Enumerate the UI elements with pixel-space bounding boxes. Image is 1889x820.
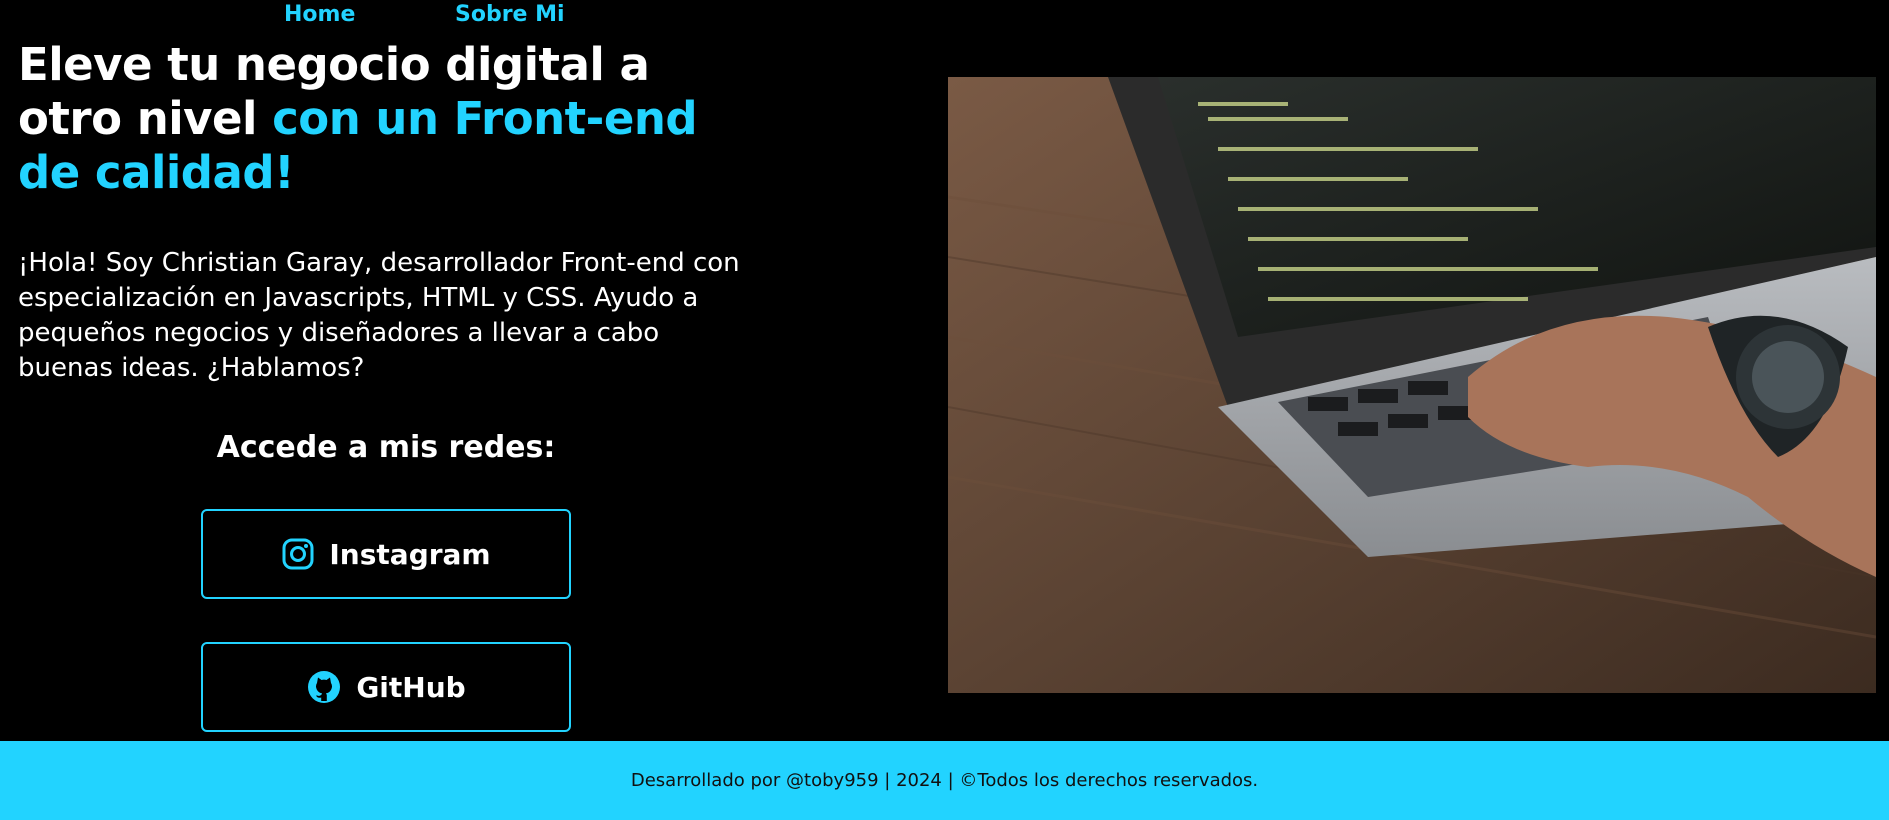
- github-button[interactable]: GitHub: [201, 642, 571, 732]
- instagram-button[interactable]: Instagram: [201, 509, 571, 599]
- github-button-label: GitHub: [356, 670, 466, 704]
- intro-text: ¡Hola! Soy Christian Garay, desarrollado…: [18, 248, 740, 383]
- nav-link-sobre-mi[interactable]: Sobre Mi: [455, 2, 565, 27]
- hero-title: Eleve tu negocio digital a otro nivel co…: [18, 38, 758, 200]
- laptop-coding-photo: [948, 77, 1876, 693]
- footer-text: Desarrollado por @toby959 | 2024 | ©Todo…: [630, 770, 1259, 791]
- socials-title: Accede a mis redes:: [216, 430, 556, 465]
- github-icon: [306, 669, 342, 705]
- footer: Desarrollado por @toby959 | 2024 | ©Todo…: [0, 741, 1889, 820]
- instagram-button-label: Instagram: [329, 537, 491, 571]
- nav-link-home[interactable]: Home: [284, 2, 355, 27]
- instagram-icon: [281, 537, 315, 571]
